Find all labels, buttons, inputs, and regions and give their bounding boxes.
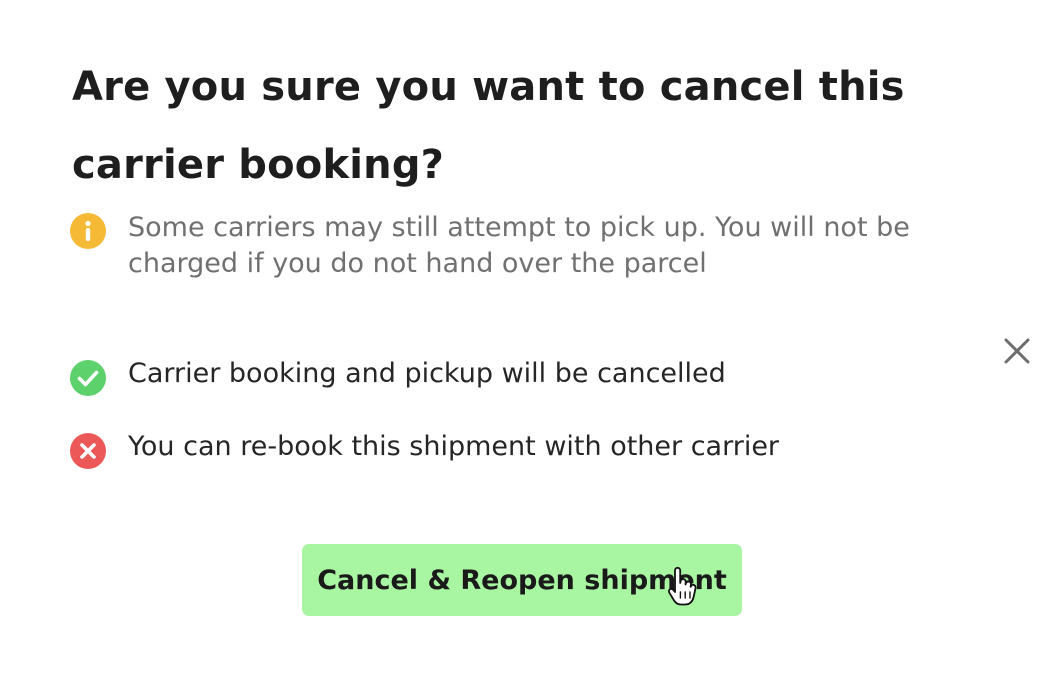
close-icon	[1004, 338, 1030, 364]
cancel-reopen-button[interactable]: Cancel & Reopen shipment	[302, 544, 742, 616]
warning-text: Some carriers may still attempt to pick …	[128, 212, 910, 279]
warning-notice: Some carriers may still attempt to pick …	[68, 210, 968, 282]
x-circle-icon	[68, 431, 108, 471]
list-item-pickup-cancelled: Carrier booking and pickup will be cance…	[68, 356, 726, 398]
cancel-booking-dialog: Are you sure you want to cancel this car…	[0, 0, 1064, 682]
check-circle-icon	[68, 358, 108, 398]
list-item-label: You can re-book this shipment with other…	[128, 431, 780, 462]
info-icon	[68, 211, 108, 251]
list-item-rebook: You can re-book this shipment with other…	[68, 429, 779, 471]
dialog-title: Are you sure you want to cancel this car…	[72, 64, 905, 188]
close-button[interactable]	[998, 332, 1036, 370]
list-item-label: Carrier booking and pickup will be cance…	[128, 358, 726, 389]
